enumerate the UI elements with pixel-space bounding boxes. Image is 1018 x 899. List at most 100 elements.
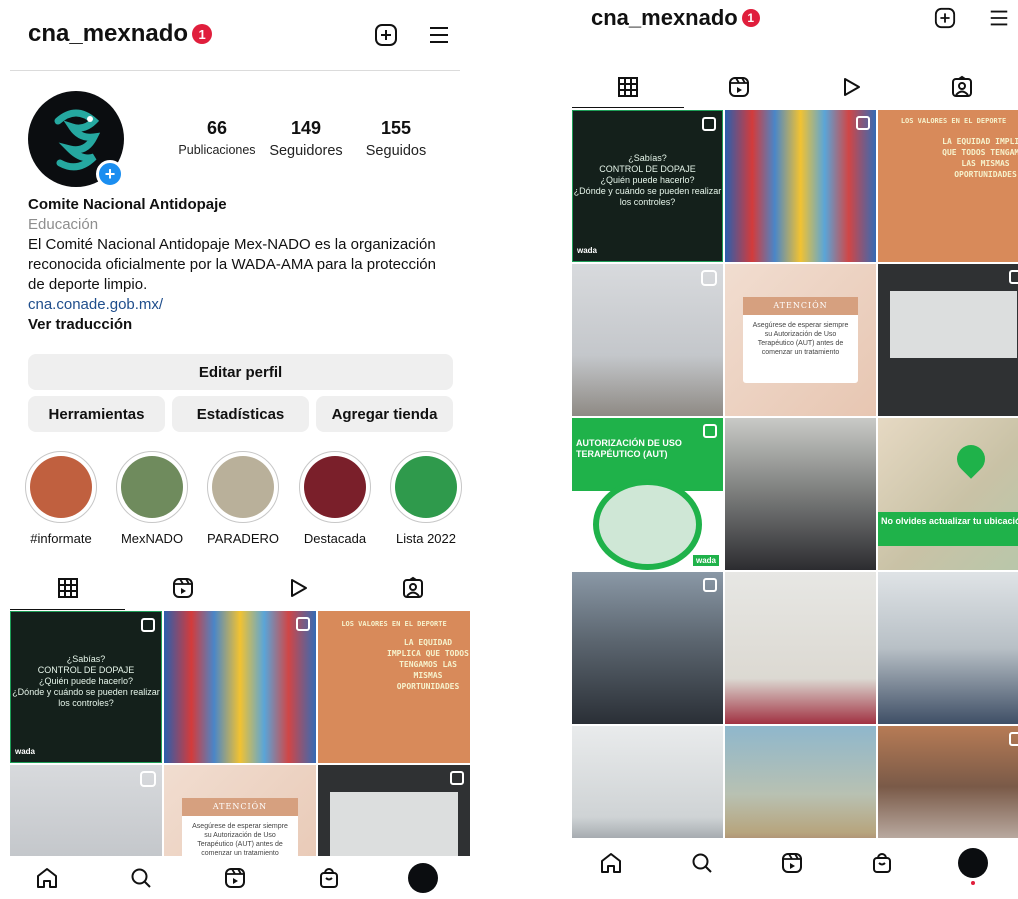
post-tile[interactable] [878,572,1018,724]
post-tile[interactable] [572,572,723,724]
reels-icon [781,853,802,873]
post-tile[interactable]: ¿Sabías? CONTROL DE DOPAJE ¿Quién puede … [10,611,162,763]
posts-count[interactable]: 66 Publicaciones [176,118,258,157]
tab-tagged[interactable] [907,66,1018,108]
highlight-label: Lista 2022 [396,531,456,546]
post-tile[interactable]: No olvides actualizar tu ubicación [878,418,1018,570]
plus-square-icon[interactable] [932,5,958,31]
post-tile[interactable] [572,264,723,416]
plus-square-icon[interactable] [372,21,400,49]
nav-home[interactable] [27,858,67,898]
highlight-label: MexNADO [120,531,184,546]
nav-profile[interactable] [953,843,993,885]
nav-profile[interactable] [403,858,443,898]
post-tile[interactable] [164,611,316,763]
followers-value: 149 [290,118,322,138]
following-label: Seguidos [365,143,427,159]
post-text: Asegúrese de esperar siempre su Autoriza… [752,322,849,357]
tab-grid[interactable] [10,566,125,610]
grid-icon [57,578,78,598]
carousel-icon [1009,270,1018,284]
post-tile[interactable]: ¿Sabías? CONTROL DE DOPAJE ¿Quién puede … [572,110,723,262]
following-value: 155 [380,118,412,138]
profile-link[interactable]: cna.conade.gob.mx/ [28,295,448,315]
search-icon [692,853,712,873]
posts-label: Publicaciones [178,143,256,157]
tab-tagged[interactable] [355,566,470,610]
post-tile[interactable]: ATENCIÓN Asegúrese de esperar siempre su… [725,264,876,416]
highlight-label: #informate [30,531,92,546]
tab-videos[interactable] [795,66,907,108]
profile-screen-left: cna_mexnado 1 + 66 Publicaciones 149 Seg… [0,0,470,899]
highlight-destacada[interactable]: Destacada [295,451,375,546]
add-story-button[interactable]: + [96,160,124,188]
location-pin-icon [950,439,991,480]
post-title: ATENCIÓN [743,297,858,316]
highlight-lista-2022[interactable]: Lista 2022 [386,451,466,546]
username[interactable]: cna_mexnado [28,20,188,48]
post-tile[interactable]: LOS VALORES EN EL DEPORTE LA EQUIDAD IMP… [318,611,470,763]
see-translation-link[interactable]: Ver traducción [28,315,448,335]
highlight-mexnado[interactable]: MexNADO [112,451,192,546]
hamburger-menu-icon[interactable] [425,21,453,49]
nav-search[interactable] [682,843,722,883]
play-icon [290,579,307,597]
avatar [957,848,988,878]
carousel-icon [856,116,870,130]
home-icon [601,853,622,873]
nav-shop[interactable] [862,843,902,883]
post-text: ¿Sabías? CONTROL DE DOPAJE ¿Quién puede … [573,153,722,207]
carousel-icon [702,117,716,131]
top-bar: cna_mexnado 1 [28,16,470,52]
profile-category: Educación [28,216,99,233]
hamburger-menu-icon[interactable] [986,5,1012,31]
bottom-nav [0,856,470,899]
shopping-bag-icon [320,867,338,888]
post-tile[interactable] [725,110,876,262]
nav-home[interactable] [591,843,631,883]
tab-grid[interactable] [572,66,684,108]
tab-reels[interactable] [684,66,796,108]
posts-grid: ¿Sabías? CONTROL DE DOPAJE ¿Quién puede … [572,110,1018,878]
add-shop-button[interactable]: Agregar tienda [316,396,453,432]
nav-reels[interactable] [215,858,255,898]
nav-search[interactable] [121,858,161,898]
post-tile[interactable] [878,264,1018,416]
highlight-label: Destacada [303,531,367,546]
post-tile[interactable] [725,572,876,724]
profile-name: Comite Nacional Antidopaje [28,196,227,213]
post-text: LA EQUIDAD IMPLICA QUE TODOS TENGAMOS LA… [942,137,1018,179]
post-tile[interactable]: AUTORIZACIÓN DE USO TERAPÉUTICO (AUT) wa… [572,418,723,570]
tab-videos[interactable] [240,566,355,610]
insights-button[interactable]: Estadísticas [172,396,309,432]
bio-section: Comite Nacional Antidopaje Educación El … [28,195,448,335]
carousel-icon [296,617,310,631]
highlight-informate[interactable]: #informate [21,451,101,546]
highlight-label: PARADERO [207,531,279,546]
nav-shop[interactable] [309,858,349,898]
home-icon [37,867,57,888]
reels-icon [225,867,245,888]
post-title: LOS VALORES EN EL DEPORTE [341,620,447,628]
following-count[interactable]: 155 Seguidos [358,118,434,159]
highlight-paradero[interactable]: PARADERO [203,451,283,546]
tab-reels[interactable] [125,566,240,610]
post-title: LOS VALORES EN EL DEPORTE [900,117,1007,125]
reel-icon [701,270,717,286]
profile-tabs [572,66,1018,108]
username[interactable]: cna_mexnado [591,5,738,31]
tools-button[interactable]: Herramientas [28,396,165,432]
followers-count[interactable]: 149 Seguidores [262,118,350,159]
edit-profile-button[interactable]: Editar perfil [28,354,453,390]
post-title: AUTORIZACIÓN DE USO TERAPÉUTICO (AUT) [576,438,682,459]
carousel-icon [1009,732,1018,746]
grid-icon [617,77,638,97]
posts-value: 66 [206,118,228,138]
post-tile[interactable] [725,418,876,570]
avatar [408,862,438,893]
reel-icon [140,771,156,787]
profile-screen-right: cna_mexnado 1 ¿Sabías? CONTROL DE DOPAJE… [566,0,1018,899]
nav-reels[interactable] [772,843,812,883]
post-tile[interactable]: LOS VALORES EN EL DEPORTE LA EQUIDAD IMP… [878,110,1018,262]
post-brand: wada [15,747,36,756]
